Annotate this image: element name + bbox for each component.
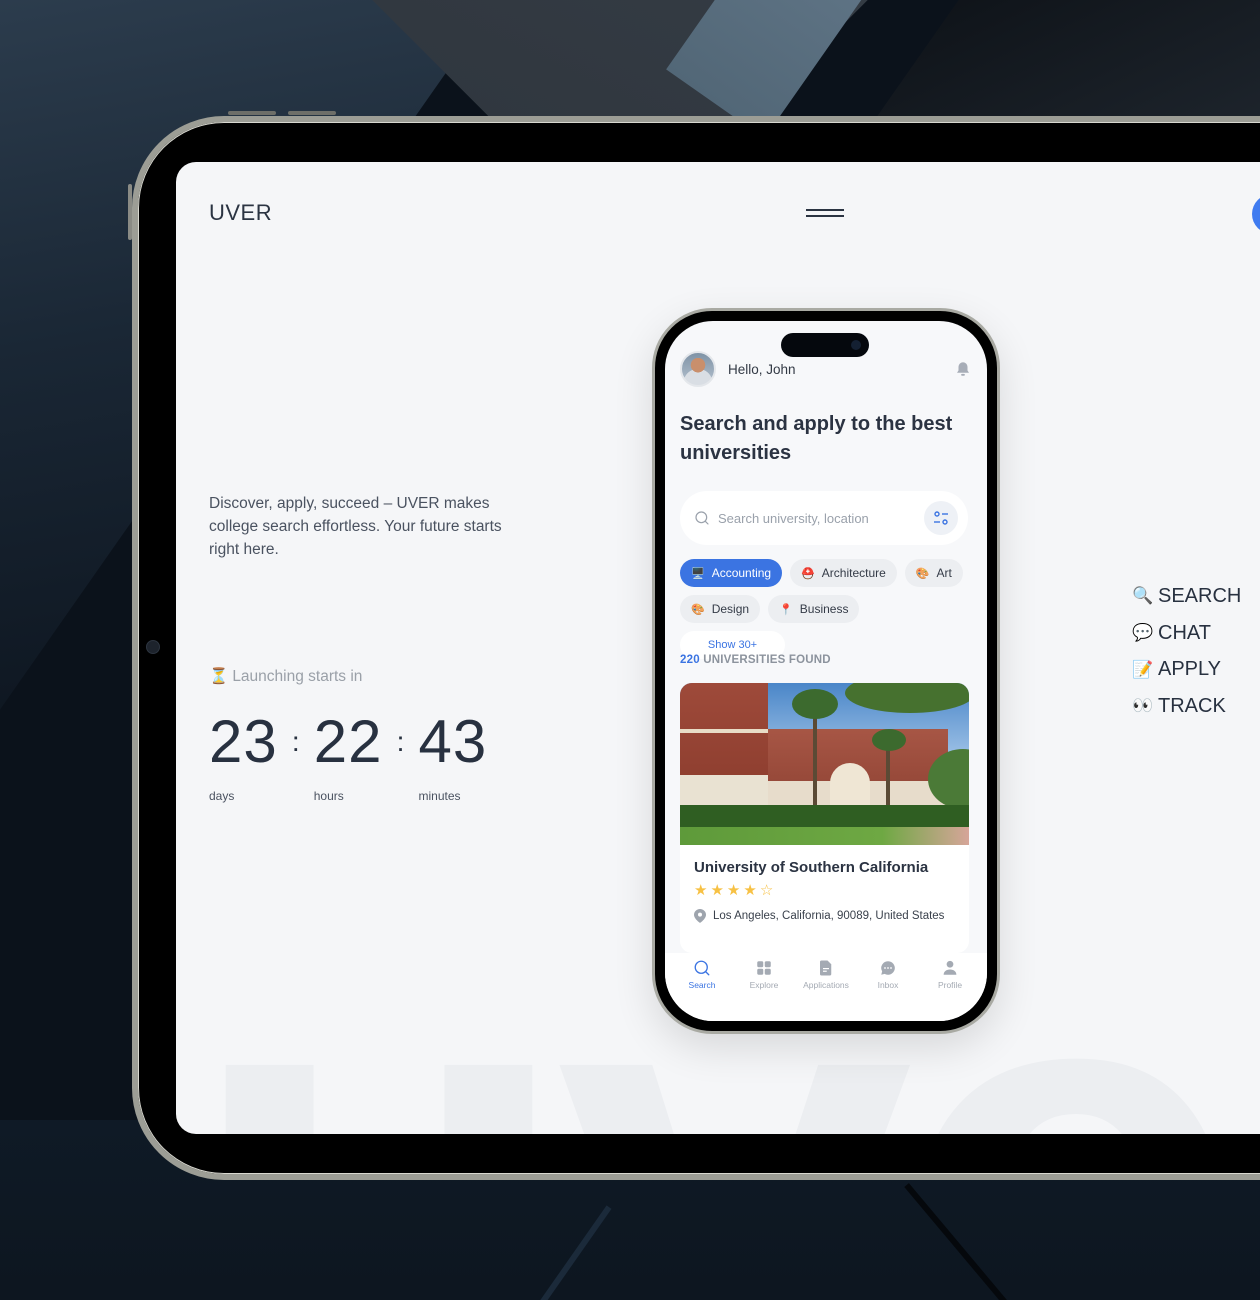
countdown-unit: days [209,789,235,803]
chat-icon: 💬 [1132,623,1154,643]
tab-label: Applications [803,980,849,990]
feature-track: 👀 TRACK [1132,688,1241,725]
chip-business[interactable]: 📍 Business [768,595,860,623]
university-photo [680,683,969,845]
search-icon: 🔍 [1132,586,1154,606]
feature-label: APPLY [1158,658,1221,681]
countdown-separator: : [396,726,405,757]
star-filled-icon: ★ [694,882,708,899]
countdown-hours: 22 hours [314,707,383,803]
countdown-value: 43 [418,708,488,775]
tab-applications[interactable]: Applications [798,953,854,1021]
star-rating: ★ ★ ★ ★ ☆ [694,883,955,898]
chip-architecture[interactable]: ⛑️ Architecture [790,559,897,587]
university-location: Los Angeles, California, 90089, United S… [713,910,945,922]
tab-label: Profile [937,980,963,990]
countdown: 23 days : 22 hours : 43 minutes [209,707,487,803]
phone-frame: Hello, John Search and apply to the best… [652,308,1000,1034]
brand-logo[interactable]: UVER [209,200,272,226]
star-filled-icon: ★ [726,882,741,899]
phone-header: Hello, John [680,351,972,387]
search-icon [695,511,709,525]
tab-label: Inbox [877,980,899,990]
countdown-separator: : [291,726,300,757]
helmet-icon: ⛑️ [801,567,815,580]
chip-label: Architecture [821,566,886,580]
filter-icon [934,511,948,525]
feature-label: TRACK [1158,694,1226,717]
tab-inbox[interactable]: Inbox [860,953,916,1021]
countdown-value: 23 [209,708,278,775]
greeting: Hello, John [728,361,796,377]
search-icon [694,960,710,976]
tablet-screen: uvera UVER Discover, apply, succeed – UV… [176,162,1260,1134]
tablet-camera [146,640,160,654]
tab-label: Search [688,980,716,990]
chip-label: Accounting [711,566,772,580]
location-pin-icon [694,909,706,923]
star-filled-icon: ★ [743,882,757,899]
feature-label: CHAT [1158,621,1211,644]
tab-search[interactable]: Search [674,953,730,1021]
chip-label: Art [936,566,952,580]
art-icon: 🎨 [691,603,705,616]
cta-button[interactable] [1252,194,1260,234]
chip-label: Business [799,602,849,616]
feature-apply: 📝 APPLY [1132,651,1241,688]
launch-label: ⏳ Launching starts in [209,667,362,686]
memo-icon: 📝 [1132,659,1154,679]
tab-profile[interactable]: Profile [922,953,978,1021]
tab-label: Explore [749,980,779,990]
category-chips: 🖥️ Accounting ⛑️ Architecture 🎨 Art 🎨 De… [680,559,972,659]
university-card[interactable]: University of Southern California ★ ★ ★ ★ ☆ … [680,683,969,953]
page-title: Search and apply to the best universitie… [680,413,953,464]
countdown-unit: hours [313,789,344,803]
tagline: Discover, apply, succeed – UVER makes co… [209,495,502,558]
star-empty-icon: ☆ [759,882,774,899]
tablet-volume-button [228,111,276,115]
grid-icon [757,961,771,975]
tablet-volume-button [288,111,336,115]
feature-label: SEARCH [1158,584,1242,607]
star-filled-icon: ★ [710,882,724,899]
chip-label: Design [711,602,750,616]
university-name: University of Southern California [694,859,929,876]
countdown-value: 22 [313,708,383,775]
phone-screen: Hello, John Search and apply to the best… [665,321,987,1021]
feature-search: 🔍 SEARCH [1132,578,1241,615]
art-icon: 🎨 [915,567,930,580]
countdown-unit: minutes [418,789,461,803]
eyes-icon: 👀 [1132,696,1154,716]
filter-button[interactable] [924,501,958,535]
results-number: 220 [680,654,700,666]
feature-chat: 💬 CHAT [1132,615,1241,652]
document-icon [820,960,832,976]
countdown-minutes: 43 minutes [419,707,488,803]
pin-icon: 📍 [779,603,793,616]
tab-explore[interactable]: Explore [736,953,792,1021]
results-count: 220 UNIVERSITIES FOUND [680,654,831,666]
chat-bubble-icon [881,961,895,975]
feature-list: 🔍 SEARCH 💬 CHAT 📝 APPLY 👀 TRACK [1132,578,1241,725]
hourglass-icon: ⏳ [209,668,229,685]
user-icon [943,960,957,975]
hamburger-menu-icon[interactable] [806,209,844,219]
bell-icon[interactable] [954,360,972,378]
computer-icon: 🖥️ [691,567,705,580]
avatar[interactable] [680,351,716,387]
countdown-days: 23 days [209,707,278,803]
chip-accounting[interactable]: 🖥️ Accounting [680,559,783,587]
chip-art[interactable]: 🎨 Art [904,559,963,587]
results-label: UNIVERSITIES FOUND [703,654,831,666]
search-bar [680,491,968,545]
bottom-tab-bar: Search Explore Applications Inbox Profil… [665,953,987,1021]
launch-label-text: Launching starts in [232,668,363,685]
search-input[interactable] [718,510,918,526]
chip-design[interactable]: 🎨 Design [680,595,761,623]
